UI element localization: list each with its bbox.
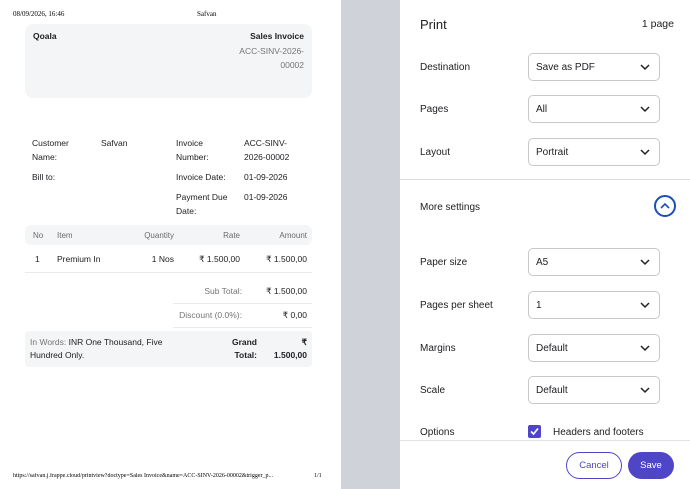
discount-label: Discount (0.0%): bbox=[179, 310, 242, 320]
customer-name-label: Customer Name: bbox=[32, 138, 69, 162]
destination-label: Destination bbox=[420, 62, 471, 73]
chevron-down-icon bbox=[640, 106, 650, 113]
margins-select[interactable]: Default bbox=[528, 334, 660, 362]
document-title: Sales Invoice bbox=[250, 31, 304, 41]
print-footer-page: 1/1 bbox=[314, 473, 322, 479]
checkmark-icon bbox=[530, 427, 539, 436]
in-words-box: In Words: INR One Thousand, Five Hundred… bbox=[25, 331, 312, 367]
invoice-date-value: 01-09-2026 bbox=[244, 172, 288, 182]
print-footer-url: https://safvan.j.frappe.cloud/printview?… bbox=[13, 473, 273, 479]
options-label: Options bbox=[420, 427, 455, 438]
customer-name-value: Safvan bbox=[101, 138, 128, 148]
chevron-up-icon bbox=[660, 202, 670, 209]
sub-total-value: ₹ 1.500,00 bbox=[266, 286, 307, 296]
print-preview: 08/09/2026, 16:46 Safvan Qoala Sales Inv… bbox=[0, 0, 341, 489]
paper-size-value: A5 bbox=[536, 257, 549, 268]
pages-per-sheet-value: 1 bbox=[536, 300, 542, 311]
paper-size-label: Paper size bbox=[420, 257, 468, 268]
column-header-item: Item bbox=[57, 231, 73, 240]
print-settings-panel: Print 1 page Destination Save as PDF Pag… bbox=[400, 0, 690, 489]
column-header-rate: Rate bbox=[223, 231, 240, 240]
pages-per-sheet-select[interactable]: 1 bbox=[528, 291, 660, 319]
pages-label: Pages bbox=[420, 104, 449, 115]
bill-to-label: Bill to: bbox=[32, 172, 56, 182]
discount-value: ₹ 0,00 bbox=[282, 310, 307, 320]
preview-scroll-gutter bbox=[341, 0, 400, 489]
invoice-number-value: ACC-SINV-2026-00002 bbox=[244, 138, 290, 162]
headers-footers-checkbox[interactable] bbox=[528, 425, 541, 438]
panel-title: Print bbox=[420, 17, 447, 32]
cancel-button[interactable]: Cancel bbox=[566, 452, 622, 479]
print-header-title: Safvan bbox=[197, 10, 217, 18]
chevron-down-icon bbox=[640, 259, 650, 266]
section-divider bbox=[400, 179, 690, 180]
scale-select[interactable]: Default bbox=[528, 376, 660, 404]
sub-total-row: Sub Total: ₹ 1.500,00 bbox=[173, 280, 312, 304]
print-header-date: 08/09/2026, 16:46 bbox=[13, 10, 65, 18]
save-button[interactable]: Save bbox=[628, 452, 674, 479]
column-header-amount: Amount bbox=[279, 231, 307, 240]
paper-size-select[interactable]: A5 bbox=[528, 248, 660, 276]
document-number: ACC-SINV-2026-00002 bbox=[239, 46, 304, 70]
discount-row: Discount (0.0%): ₹ 0,00 bbox=[173, 304, 312, 328]
headers-footers-label[interactable]: Headers and footers bbox=[553, 427, 644, 438]
invoice-header-card: Qoala Sales Invoice ACC-SINV-2026-00002 bbox=[25, 24, 312, 98]
chevron-down-icon bbox=[640, 345, 650, 352]
layout-value: Portrait bbox=[536, 147, 569, 158]
scale-value: Default bbox=[536, 385, 568, 396]
more-settings-toggle[interactable] bbox=[654, 195, 676, 217]
payment-due-date-label: Payment Due Date: bbox=[176, 192, 228, 216]
table-row: 1 Premium In 1 Nos ₹ 1.500,00 ₹ 1.500,00 bbox=[25, 245, 312, 273]
pages-value: All bbox=[536, 104, 548, 115]
payment-due-date-value: 01-09-2026 bbox=[244, 192, 288, 202]
row-quantity: 1 Nos bbox=[151, 254, 174, 264]
row-no: 1 bbox=[35, 254, 40, 264]
layout-label: Layout bbox=[420, 147, 451, 158]
chevron-down-icon bbox=[640, 387, 650, 394]
in-words-label: In Words: bbox=[30, 337, 67, 347]
page-count: 1 page bbox=[641, 18, 674, 30]
row-rate: ₹ 1.500,00 bbox=[199, 254, 240, 264]
items-table-header: No Item Quantity Rate Amount bbox=[25, 225, 312, 245]
destination-select[interactable]: Save as PDF bbox=[528, 53, 660, 81]
scale-label: Scale bbox=[420, 385, 446, 396]
row-item: Premium In bbox=[57, 254, 101, 264]
chevron-down-icon bbox=[640, 149, 650, 156]
pages-per-sheet-label: Pages per sheet bbox=[420, 300, 493, 311]
layout-select[interactable]: Portrait bbox=[528, 138, 660, 166]
invoice-date-label: Invoice Date: bbox=[176, 172, 226, 182]
row-amount: ₹ 1.500,00 bbox=[266, 254, 307, 264]
company-name: Qoala bbox=[33, 31, 57, 41]
margins-value: Default bbox=[536, 343, 568, 354]
invoice-number-label: Invoice Number: bbox=[176, 138, 209, 162]
in-words: In Words: INR One Thousand, Five Hundred… bbox=[30, 336, 180, 362]
panel-footer: Cancel Save bbox=[400, 440, 690, 489]
chevron-down-icon bbox=[640, 64, 650, 71]
sub-total-label: Sub Total: bbox=[204, 286, 242, 296]
destination-value: Save as PDF bbox=[536, 62, 595, 73]
column-header-no: No bbox=[33, 231, 44, 240]
column-header-quantity: Quantity bbox=[144, 231, 174, 240]
items-table: No Item Quantity Rate Amount 1 Premium I… bbox=[25, 225, 312, 273]
more-settings-label[interactable]: More settings bbox=[420, 202, 480, 213]
chevron-down-icon bbox=[640, 302, 650, 309]
pages-select[interactable]: All bbox=[528, 95, 660, 123]
grand-total-label: Grand Total: bbox=[231, 337, 257, 360]
margins-label: Margins bbox=[420, 343, 456, 354]
grand-total-value: ₹ 1.500,00 bbox=[273, 337, 307, 360]
